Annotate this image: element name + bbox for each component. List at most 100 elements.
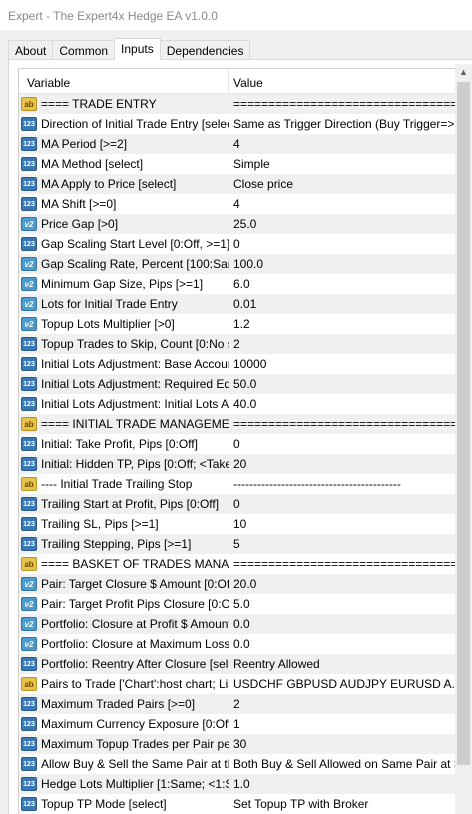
value-cell[interactable]: 4 xyxy=(229,194,465,214)
value-cell[interactable]: 2 xyxy=(229,334,465,354)
double-type-icon: v2 xyxy=(21,297,37,311)
input-row[interactable]: v2 Price Gap [>0] 25.0 xyxy=(19,214,465,234)
integer-type-icon: 123 xyxy=(21,237,37,251)
variable-cell: 123 Maximum Traded Pairs [>=0] xyxy=(19,694,229,714)
input-row[interactable]: 123 Initial Lots Adjustment: Initial Lots… xyxy=(19,394,465,414)
input-row[interactable]: v2 Minimum Gap Size, Pips [>=1] 6.0 xyxy=(19,274,465,294)
value-cell[interactable]: ==================================.... xyxy=(229,554,465,574)
value-cell[interactable]: 1 xyxy=(229,714,465,734)
value-cell[interactable]: 5.0 xyxy=(229,594,465,614)
input-row[interactable]: v2 Pair: Target Closure $ Amount [0:Off] 2… xyxy=(19,574,465,594)
input-row[interactable]: 123 Maximum Topup Trades per Pair per Di.… xyxy=(19,734,465,754)
tab-inputs[interactable]: Inputs xyxy=(114,38,161,60)
tab-dependencies[interactable]: Dependencies xyxy=(159,40,251,60)
integer-type-icon: 123 xyxy=(21,377,37,391)
input-row[interactable]: 123 Initial Lots Adjustment: Base Account… xyxy=(19,354,465,374)
input-row[interactable]: 123 Initial Lots Adjustment: Required Equ… xyxy=(19,374,465,394)
input-row[interactable]: ab ==== BASKET OF TRADES MANAGE...=======… xyxy=(19,554,465,574)
variable-cell: 123 Initial: Take Profit, Pips [0:Off] xyxy=(19,434,229,454)
value-cell[interactable]: 20.0 xyxy=(229,574,465,594)
column-header-variable[interactable]: Variable xyxy=(19,69,229,93)
input-row[interactable]: v2 Portfolio: Closure at Profit $ Amount … xyxy=(19,614,465,634)
value-cell[interactable]: 0 xyxy=(229,494,465,514)
input-row[interactable]: v2 Portfolio: Closure at Maximum Loss $ A… xyxy=(19,634,465,654)
input-row[interactable]: 123 Trailing Start at Profit, Pips [0:Off… xyxy=(19,494,465,514)
value-cell[interactable]: 10000 xyxy=(229,354,465,374)
scrollbar-thumb[interactable] xyxy=(457,82,470,765)
value-cell[interactable]: 30 xyxy=(229,734,465,754)
value-cell[interactable]: 5 xyxy=(229,534,465,554)
value-cell[interactable]: 1.0 xyxy=(229,774,465,794)
value-cell[interactable]: ==================================.... xyxy=(229,94,465,114)
input-row[interactable]: v2 Lots for Initial Trade Entry 0.01 xyxy=(19,294,465,314)
value-cell[interactable]: 40.0 xyxy=(229,394,465,414)
value-cell[interactable]: 25.0 xyxy=(229,214,465,234)
double-type-icon: v2 xyxy=(21,257,37,271)
input-row[interactable]: ab ---- Initial Trade Trailing Stop ------… xyxy=(19,474,465,494)
value-cell[interactable]: 6.0 xyxy=(229,274,465,294)
value-cell[interactable]: 20 xyxy=(229,454,465,474)
variable-cell: 123 Initial Lots Adjustment: Required Equ… xyxy=(19,374,229,394)
value-cell[interactable]: Set Topup TP with Broker xyxy=(229,794,465,814)
variable-name: Topup Lots Multiplier [>0] xyxy=(41,317,175,331)
input-row[interactable]: 123 Hedge Lots Multiplier [1:Same; <1:Sca… xyxy=(19,774,465,794)
input-row[interactable]: v2 Pair: Target Profit Pips Closure [0:Of… xyxy=(19,594,465,614)
variable-name: Trailing Start at Profit, Pips [0:Off] xyxy=(41,497,220,511)
input-row[interactable]: v2 Gap Scaling Rate, Percent [100:Same,..… xyxy=(19,254,465,274)
value-cell[interactable]: 1.2 xyxy=(229,314,465,334)
tab-bar: About Common Inputs Dependencies xyxy=(8,38,251,60)
tab-common[interactable]: Common xyxy=(52,40,116,60)
input-row[interactable]: 123 Gap Scaling Start Level [0:Off, >=1] 0 xyxy=(19,234,465,254)
input-row[interactable]: 123 Maximum Currency Exposure [0:Off] 1 xyxy=(19,714,465,734)
input-row[interactable]: 123 Topup Trades to Skip, Count [0:No ski… xyxy=(19,334,465,354)
value-cell[interactable]: Simple xyxy=(229,154,465,174)
input-row[interactable]: 123 MA Period [>=2] 4 xyxy=(19,134,465,154)
input-row[interactable]: 123 MA Shift [>=0] 4 xyxy=(19,194,465,214)
value-cell[interactable]: Reentry Allowed xyxy=(229,654,465,674)
variable-name: MA Period [>=2] xyxy=(41,137,128,151)
input-row[interactable]: 123 MA Method [select] Simple xyxy=(19,154,465,174)
variable-name: Allow Buy & Sell the Same Pair at the S.… xyxy=(41,757,229,771)
value-cell[interactable]: 4 xyxy=(229,134,465,154)
input-row[interactable]: 123 Topup TP Mode [select] Set Topup TP wi… xyxy=(19,794,465,814)
input-row[interactable]: 123 Direction of Initial Trade Entry [sel… xyxy=(19,114,465,134)
value-cell[interactable]: ==================================.... xyxy=(229,414,465,434)
value-cell[interactable]: 0.0 xyxy=(229,614,465,634)
value-cell[interactable]: 100.0 xyxy=(229,254,465,274)
input-row[interactable]: 123 Trailing Stepping, Pips [>=1] 5 xyxy=(19,534,465,554)
variable-cell: 123 MA Apply to Price [select] xyxy=(19,174,229,194)
variable-name: Portfolio: Reentry After Closure [select… xyxy=(41,657,229,671)
value-cell[interactable]: 2 xyxy=(229,694,465,714)
value-cell[interactable]: 0 xyxy=(229,434,465,454)
value-cell[interactable]: Same as Trigger Direction (Buy Trigger=>… xyxy=(229,114,465,134)
variable-name: Price Gap [>0] xyxy=(41,217,119,231)
vertical-scrollbar[interactable]: ▲ xyxy=(455,64,472,814)
input-row[interactable]: 123 Portfolio: Reentry After Closure [sel… xyxy=(19,654,465,674)
input-row[interactable]: 123 MA Apply to Price [select] Close price xyxy=(19,174,465,194)
variable-cell: 123 Topup Trades to Skip, Count [0:No ski… xyxy=(19,334,229,354)
input-row[interactable]: 123 Initial: Take Profit, Pips [0:Off] 0 xyxy=(19,434,465,454)
column-header-value[interactable]: Value xyxy=(229,69,465,93)
value-cell[interactable]: ----------------------------------------… xyxy=(229,474,465,494)
input-row[interactable]: v2 Topup Lots Multiplier [>0] 1.2 xyxy=(19,314,465,334)
variable-name: Portfolio: Closure at Profit $ Amount [0… xyxy=(41,617,229,631)
double-type-icon: v2 xyxy=(21,597,37,611)
variable-cell: v2 Topup Lots Multiplier [>0] xyxy=(19,314,229,334)
scroll-up-arrow-icon[interactable]: ▲ xyxy=(455,64,472,81)
value-cell[interactable]: 0.01 xyxy=(229,294,465,314)
input-row[interactable]: 123 Allow Buy & Sell the Same Pair at the… xyxy=(19,754,465,774)
input-row[interactable]: ab ==== INITIAL TRADE MANAGEMENT =========… xyxy=(19,414,465,434)
tab-about[interactable]: About xyxy=(8,40,54,60)
value-cell[interactable]: 0 xyxy=(229,234,465,254)
value-cell[interactable]: USDCHF GBPUSD AUDJPY EURUSD A... xyxy=(229,674,465,694)
input-row[interactable]: 123 Initial: Hidden TP, Pips [0:Off; <Tak… xyxy=(19,454,465,474)
value-cell[interactable]: Both Buy & Sell Allowed on Same Pair at … xyxy=(229,754,465,774)
input-row[interactable]: 123 Maximum Traded Pairs [>=0] 2 xyxy=(19,694,465,714)
value-cell[interactable]: Close price xyxy=(229,174,465,194)
input-row[interactable]: ab ==== TRADE ENTRY ======================… xyxy=(19,94,465,114)
value-cell[interactable]: 10 xyxy=(229,514,465,534)
input-row[interactable]: ab Pairs to Trade ['Chart':host chart; Li… xyxy=(19,674,465,694)
value-cell[interactable]: 0.0 xyxy=(229,634,465,654)
input-row[interactable]: 123 Trailing SL, Pips [>=1] 10 xyxy=(19,514,465,534)
value-cell[interactable]: 50.0 xyxy=(229,374,465,394)
